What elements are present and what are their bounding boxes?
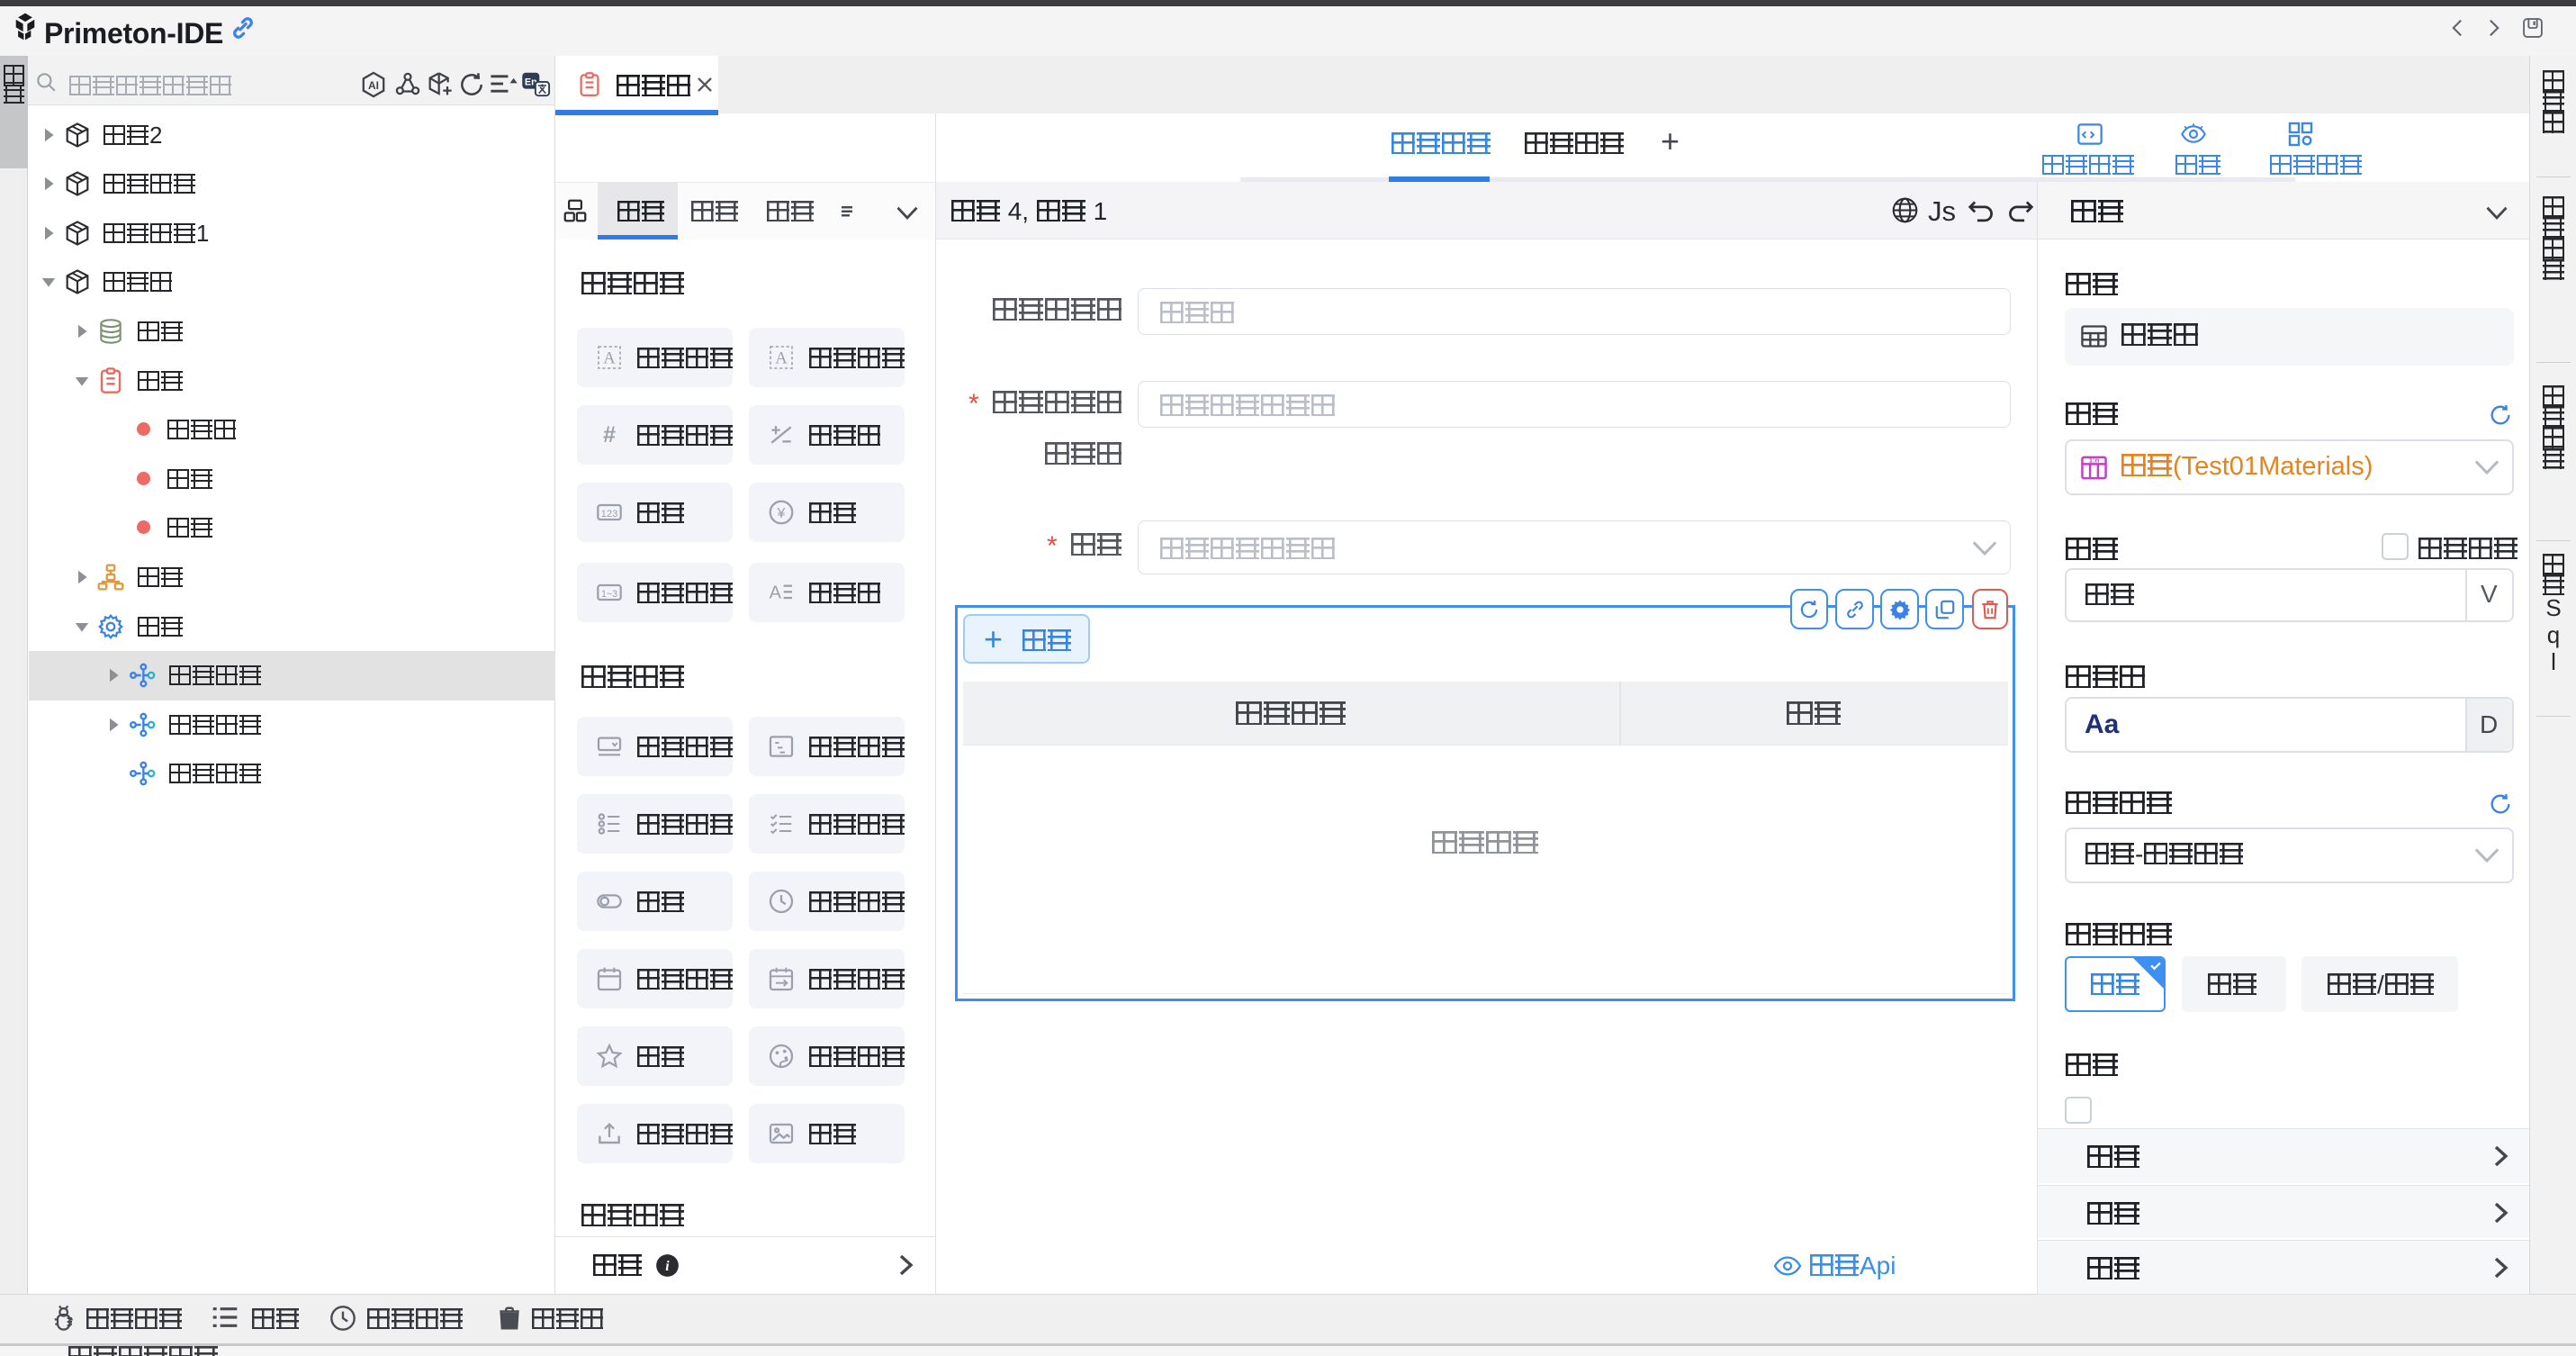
svg-text:A: A xyxy=(775,349,788,368)
svg-text:A: A xyxy=(770,583,782,603)
svg-text:i: i xyxy=(665,1259,670,1274)
svg-text:A: A xyxy=(603,349,616,368)
svg-text:123: 123 xyxy=(601,509,618,520)
svg-text:1:n: 1:n xyxy=(2089,457,2100,465)
svg-text:AI: AI xyxy=(368,79,379,92)
svg-text:¥: ¥ xyxy=(777,506,786,521)
svg-text:1~3: 1~3 xyxy=(601,589,617,600)
svg-text:#: # xyxy=(603,422,616,447)
